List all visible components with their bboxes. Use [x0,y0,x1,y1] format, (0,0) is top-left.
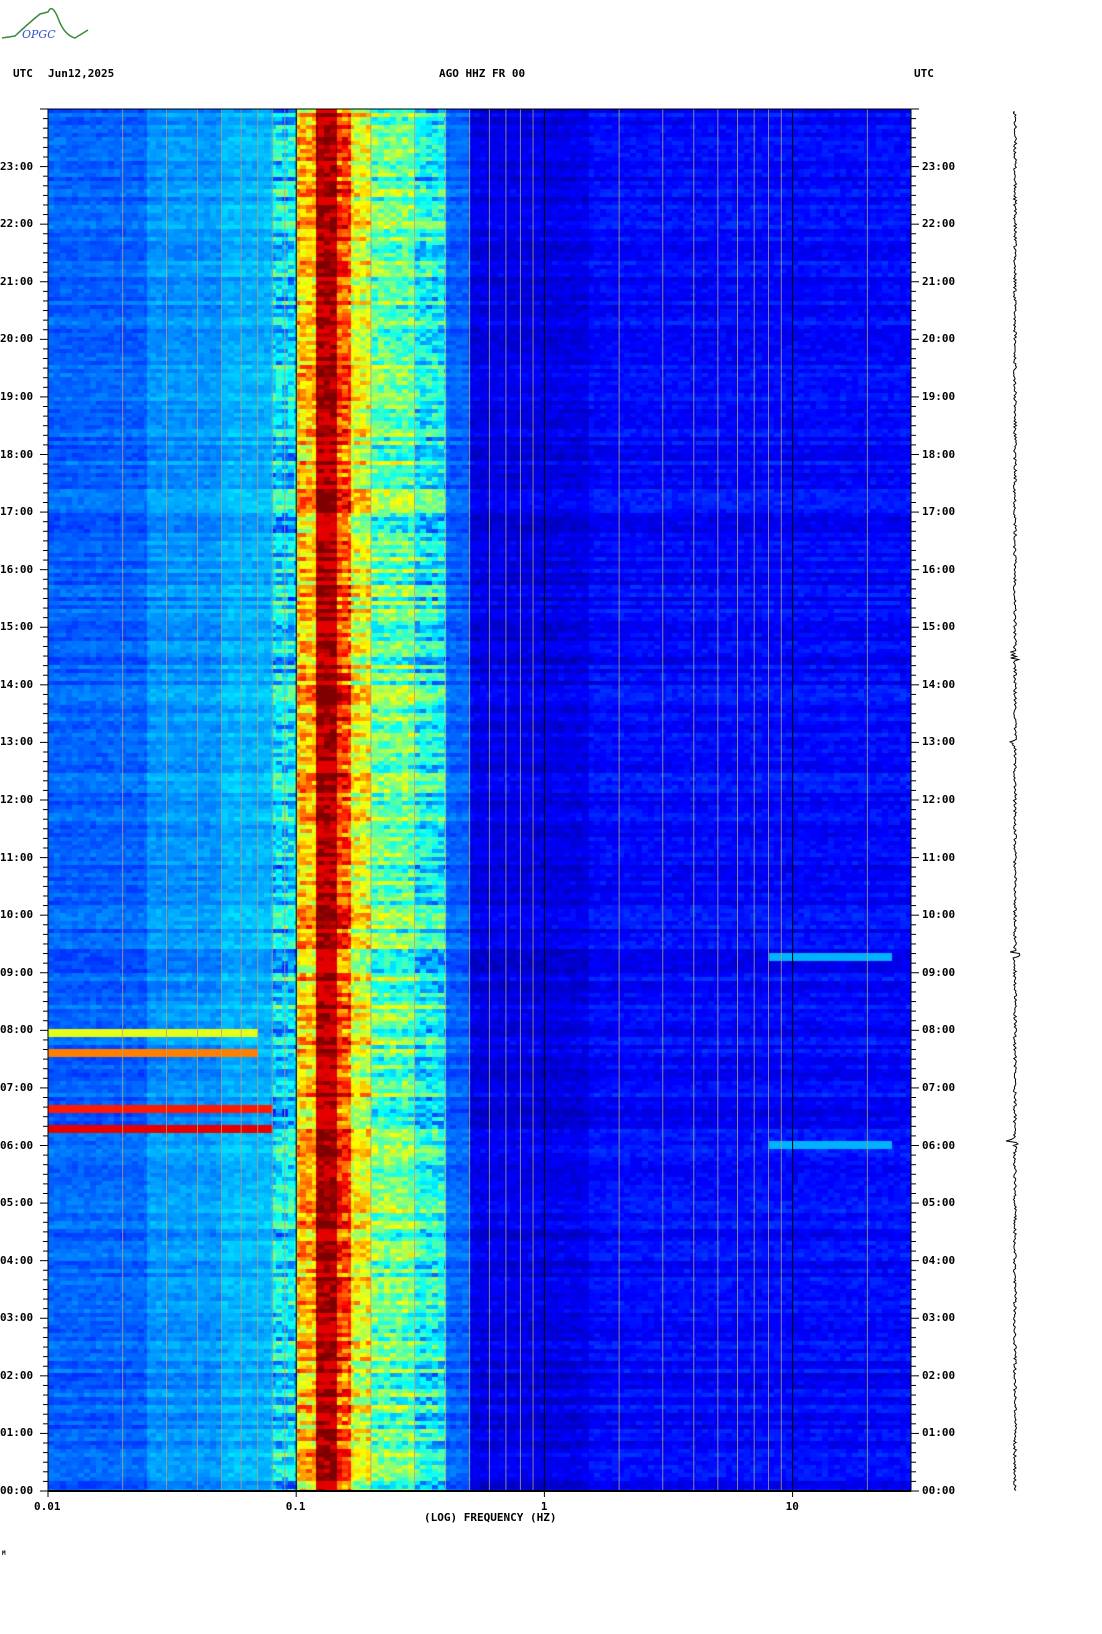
y-tick-label-right: 21:00 [922,274,956,288]
y-tick-label-left: 15:00 [0,620,34,634]
y-tick-label-right: 23:00 [922,159,956,173]
x-tick-label: 0.1 [285,1500,306,1513]
y-tick-label-left: 12:00 [0,793,34,806]
y-tick-label-right: 11:00 [922,850,956,864]
y-tick-label-left: 07:00 [0,1080,34,1094]
x-tick-label: 10 [785,1500,799,1513]
y-tick-label-right: 14:00 [922,677,956,691]
seismogram-trace [1005,111,1021,1491]
y-tick-label-right: 04:00 [922,1253,956,1267]
y-tick-label-right: 12:00 [922,793,956,806]
x-tick-label: 0.01 [34,1500,61,1513]
y-tick-label-left: 23:00 [0,159,34,173]
footer-mark: M [2,1550,6,1557]
y-tick-label-right: 03:00 [922,1311,956,1325]
y-tick-label-left: 08:00 [0,1023,34,1037]
y-tick-label-left: 10:00 [0,908,34,922]
y-tick-label-right: 20:00 [922,332,956,346]
y-tick-label-left: 21:00 [0,274,34,288]
y-tick-label-left: 05:00 [0,1196,34,1210]
y-tick-label-left: 19:00 [0,389,34,403]
y-tick-label-left: 01:00 [0,1426,34,1440]
y-tick-label-right: 22:00 [922,217,956,231]
y-tick-label-right: 09:00 [922,965,956,979]
y-tick-label-right: 15:00 [922,620,956,634]
y-tick-label-right: 07:00 [922,1080,956,1094]
y-tick-label-right: 08:00 [922,1023,956,1037]
y-tick-label-right: 19:00 [922,389,956,403]
y-tick-label-left: 14:00 [0,677,34,691]
y-tick-label-right: 17:00 [922,505,956,519]
y-tick-label-left: 00:00 [0,1484,34,1497]
y-tick-label-right: 10:00 [922,908,956,922]
y-tick-label-left: 11:00 [0,850,34,864]
axes [40,108,1021,1497]
y-tick-label-right: 01:00 [922,1426,956,1440]
x-tick-label: 1 [540,1500,548,1513]
y-tick-label-left: 17:00 [0,505,34,519]
y-tick-label-right: 18:00 [922,447,956,461]
y-tick-label-left: 18:00 [0,447,34,461]
y-tick-label-right: 16:00 [922,562,956,576]
y-tick-label-left: 09:00 [0,965,34,979]
y-tick-label-left: 13:00 [0,735,34,749]
y-tick-label-left: 03:00 [0,1311,34,1325]
y-tick-label-right: 00:00 [922,1484,956,1497]
y-tick-label-left: 22:00 [0,217,34,231]
x-axis-label: (LOG) FREQUENCY (HZ) [424,1511,557,1524]
y-tick-label-right: 13:00 [922,735,956,749]
y-tick-label-left: 02:00 [0,1368,34,1382]
y-tick-label-right: 02:00 [922,1368,956,1382]
y-tick-label-right: 06:00 [922,1138,956,1152]
y-tick-label-left: 04:00 [0,1253,34,1267]
y-tick-label-right: 05:00 [922,1196,956,1210]
y-tick-label-left: 16:00 [0,562,34,576]
y-tick-label-left: 20:00 [0,332,34,346]
y-tick-label-left: 06:00 [0,1138,34,1152]
